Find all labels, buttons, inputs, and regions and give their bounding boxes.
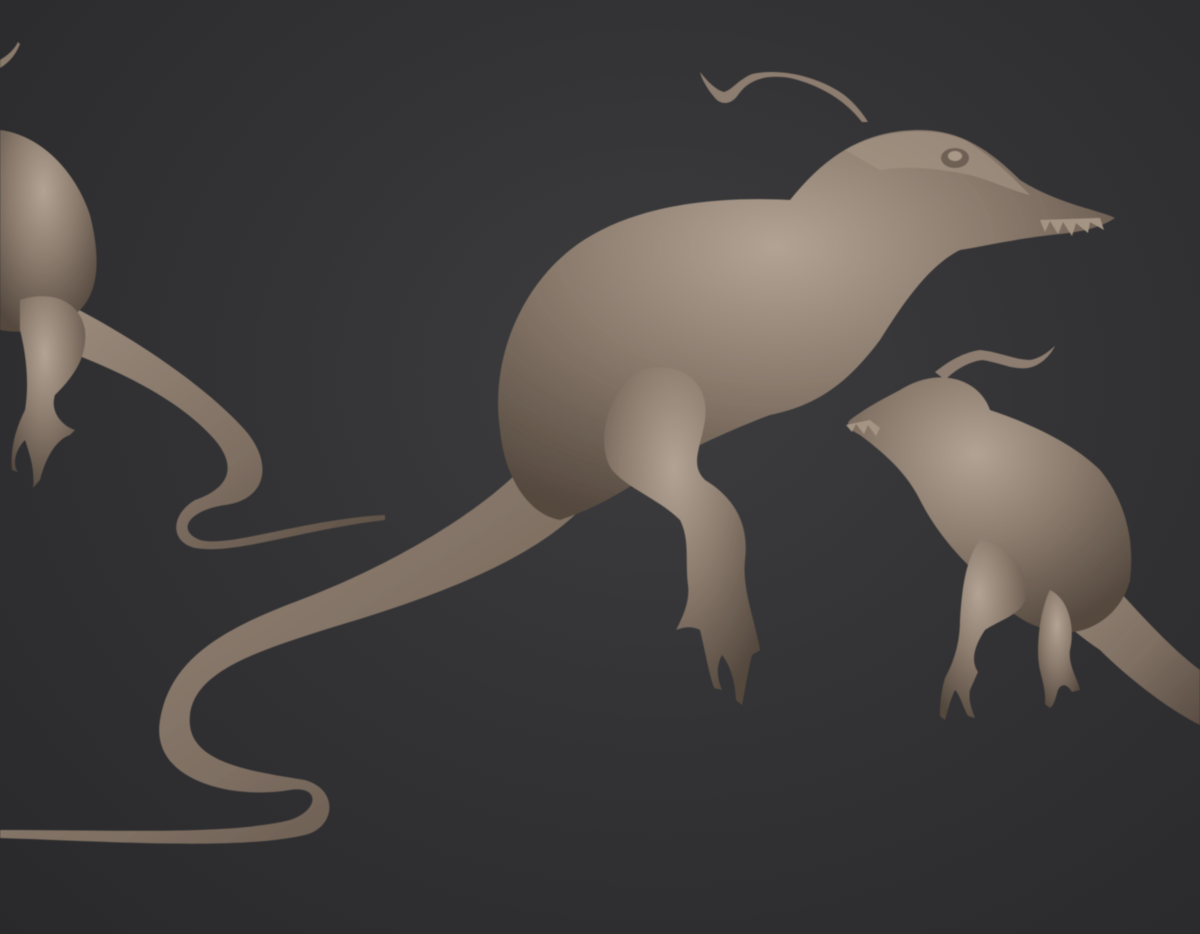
sculpt-viewport[interactable] [0,0,1200,934]
creature-render [0,42,1200,844]
creature-left-view [0,42,385,550]
creature-right-view [846,346,1200,725]
